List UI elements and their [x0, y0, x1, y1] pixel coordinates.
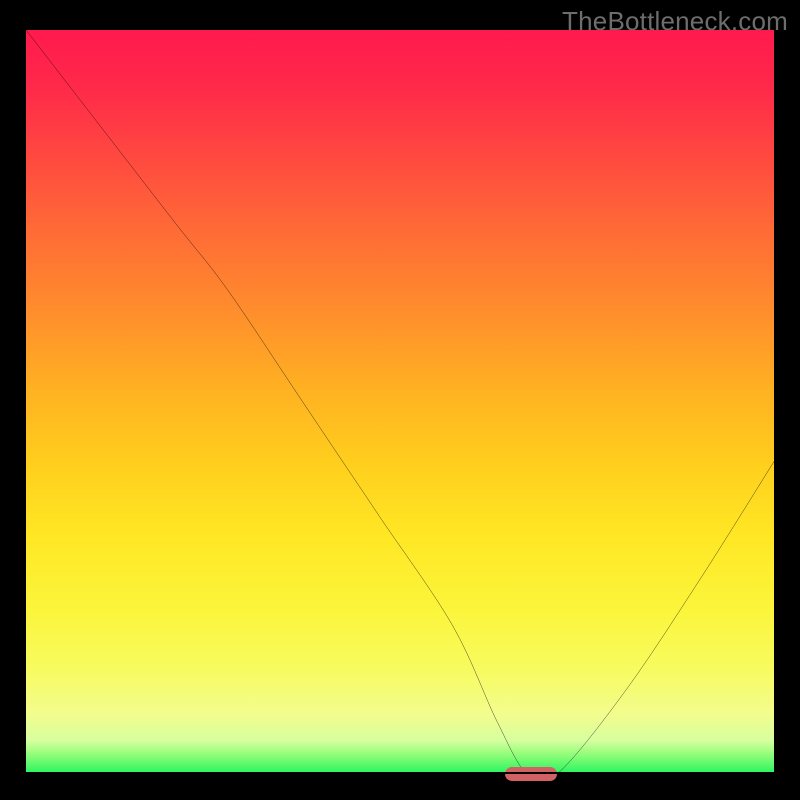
plot-area: [26, 30, 774, 774]
bottleneck-curve: [26, 30, 774, 774]
baseline: [26, 772, 774, 774]
optimum-marker: [505, 767, 557, 781]
